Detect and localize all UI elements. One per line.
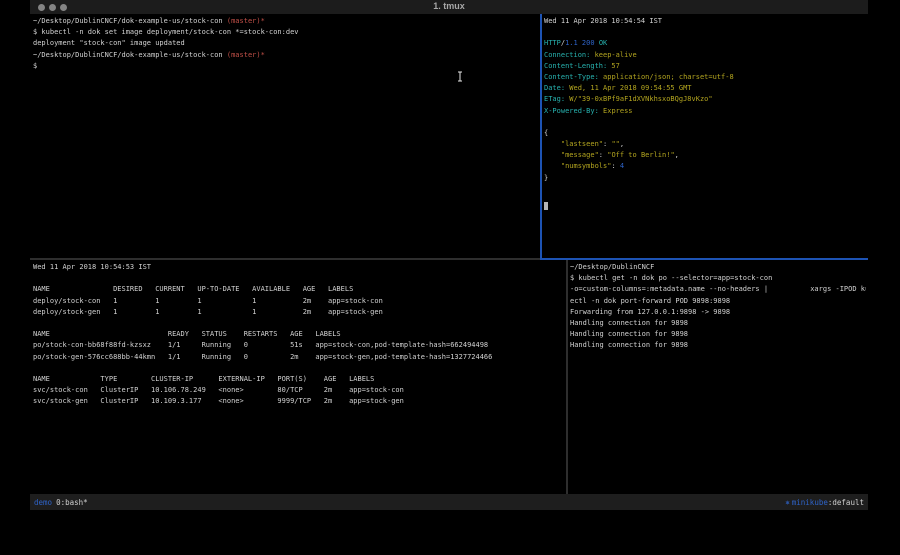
terminal-line: "numsymbols": 4 xyxy=(544,161,866,172)
terminal-line xyxy=(544,117,866,128)
terminal-line: svc/stock-con ClusterIP 10.106.78.249 <n… xyxy=(33,385,564,396)
kube-context: minikube xyxy=(792,498,828,507)
terminal-line: deploy/stock-con 1 1 1 1 2m app=stock-co… xyxy=(33,296,564,307)
status-bar: demo 0:bash* ⎈ minikube :default xyxy=(30,494,868,510)
status-right: ⎈ minikube :default xyxy=(785,498,864,507)
terminal-area: ~/Desktop/DublinCNCF/dok-example-us/stoc… xyxy=(30,14,868,494)
helm-icon: ⎈ xyxy=(785,498,790,507)
terminal-line xyxy=(33,273,564,284)
terminal-line xyxy=(33,318,564,329)
terminal-line: deployment "stock-con" image updated xyxy=(33,38,538,49)
terminal-line: "lastseen": "", xyxy=(544,139,866,150)
pane-divider-vertical-top[interactable] xyxy=(540,14,542,260)
pane-bottom-right[interactable]: ~/Desktop/DublinCNCF$ kubectl get -n dok… xyxy=(570,262,866,492)
terminal-line: NAME READY STATUS RESTARTS AGE LABELS xyxy=(33,329,564,340)
titlebar[interactable]: 1. tmux xyxy=(30,0,868,15)
pane-divider-horizontal-right[interactable] xyxy=(540,258,868,260)
terminal-line: NAME DESIRED CURRENT UP-TO-DATE AVAILABL… xyxy=(33,284,564,295)
terminal-line: "message": "Off to Berlin!", xyxy=(544,150,866,161)
terminal-line: Handling connection for 9898 xyxy=(570,340,866,351)
pane-top-right[interactable]: Wed 11 Apr 2018 10:54:54 IST HTTP/1.1 20… xyxy=(544,16,866,257)
terminal-line: ETag: W/"39-0xBPf9aF1dXVNkhsxoBQgJ8vKzo" xyxy=(544,94,866,105)
kube-namespace: :default xyxy=(828,498,864,507)
terminal-window: 1. tmux ~/Desktop/DublinCNCF/dok-example… xyxy=(30,0,868,510)
terminal-line: ~/Desktop/DublinCNCF xyxy=(570,262,866,273)
pane-top-left[interactable]: ~/Desktop/DublinCNCF/dok-example-us/stoc… xyxy=(33,16,538,257)
terminal-line: $ kubectl -n dok set image deployment/st… xyxy=(33,27,538,38)
terminal-line: { xyxy=(544,128,866,139)
pane-bottom-left[interactable]: Wed 11 Apr 2018 10:54:53 IST NAME DESIRE… xyxy=(33,262,564,492)
terminal-line: $ kubectl get -n dok po --selector=app=s… xyxy=(570,273,866,284)
terminal-line: -o=custom-columns=:metadata.name --no-he… xyxy=(570,284,866,295)
terminal-line: HTTP/1.1 200 OK xyxy=(544,38,866,49)
terminal-line: Handling connection for 9898 xyxy=(570,329,866,340)
window-title: 1. tmux xyxy=(30,1,868,11)
window-name[interactable]: 0:bash* xyxy=(56,498,88,507)
terminal-line: po/stock-con-bb68f88fd-kzsxz 1/1 Running… xyxy=(33,340,564,351)
terminal-line: X-Powered-By: Express xyxy=(544,106,866,117)
terminal-line: ectl -n dok port-forward POD 9898:9898 xyxy=(570,296,866,307)
terminal-line: Content-Type: application/json; charset=… xyxy=(544,72,866,83)
terminal-line xyxy=(544,184,866,195)
terminal-line: Wed 11 Apr 2018 10:54:53 IST xyxy=(33,262,564,273)
terminal-line xyxy=(544,27,866,38)
terminal-line: Forwarding from 127.0.0.1:9898 -> 9898 xyxy=(570,307,866,318)
terminal-line: NAME TYPE CLUSTER-IP EXTERNAL-IP PORT(S)… xyxy=(33,374,564,385)
terminal-line: Date: Wed, 11 Apr 2018 09:54:55 GMT xyxy=(544,83,866,94)
terminal-line: ~/Desktop/DublinCNCF/dok-example-us/stoc… xyxy=(33,50,538,61)
terminal-line: ~/Desktop/DublinCNCF/dok-example-us/stoc… xyxy=(33,16,538,27)
terminal-line: Content-Length: 57 xyxy=(544,61,866,72)
terminal-line: po/stock-gen-576cc688bb-44kmn 1/1 Runnin… xyxy=(33,352,564,363)
terminal-line: } xyxy=(544,173,866,184)
terminal-line: svc/stock-gen ClusterIP 10.109.3.177 <no… xyxy=(33,396,564,407)
status-left: demo 0:bash* xyxy=(34,498,88,507)
terminal-line: Handling connection for 9898 xyxy=(570,318,866,329)
terminal-line xyxy=(33,363,564,374)
terminal-line: Connection: keep-alive xyxy=(544,50,866,61)
pane-divider-horizontal-left[interactable] xyxy=(30,258,540,260)
terminal-line: Wed 11 Apr 2018 10:54:54 IST xyxy=(544,16,866,27)
pane-divider-vertical-bottom[interactable] xyxy=(566,260,568,494)
terminal-line: deploy/stock-gen 1 1 1 1 2m app=stock-ge… xyxy=(33,307,564,318)
session-name[interactable]: demo xyxy=(34,498,52,507)
ibeam-mouse-pointer xyxy=(457,71,463,82)
